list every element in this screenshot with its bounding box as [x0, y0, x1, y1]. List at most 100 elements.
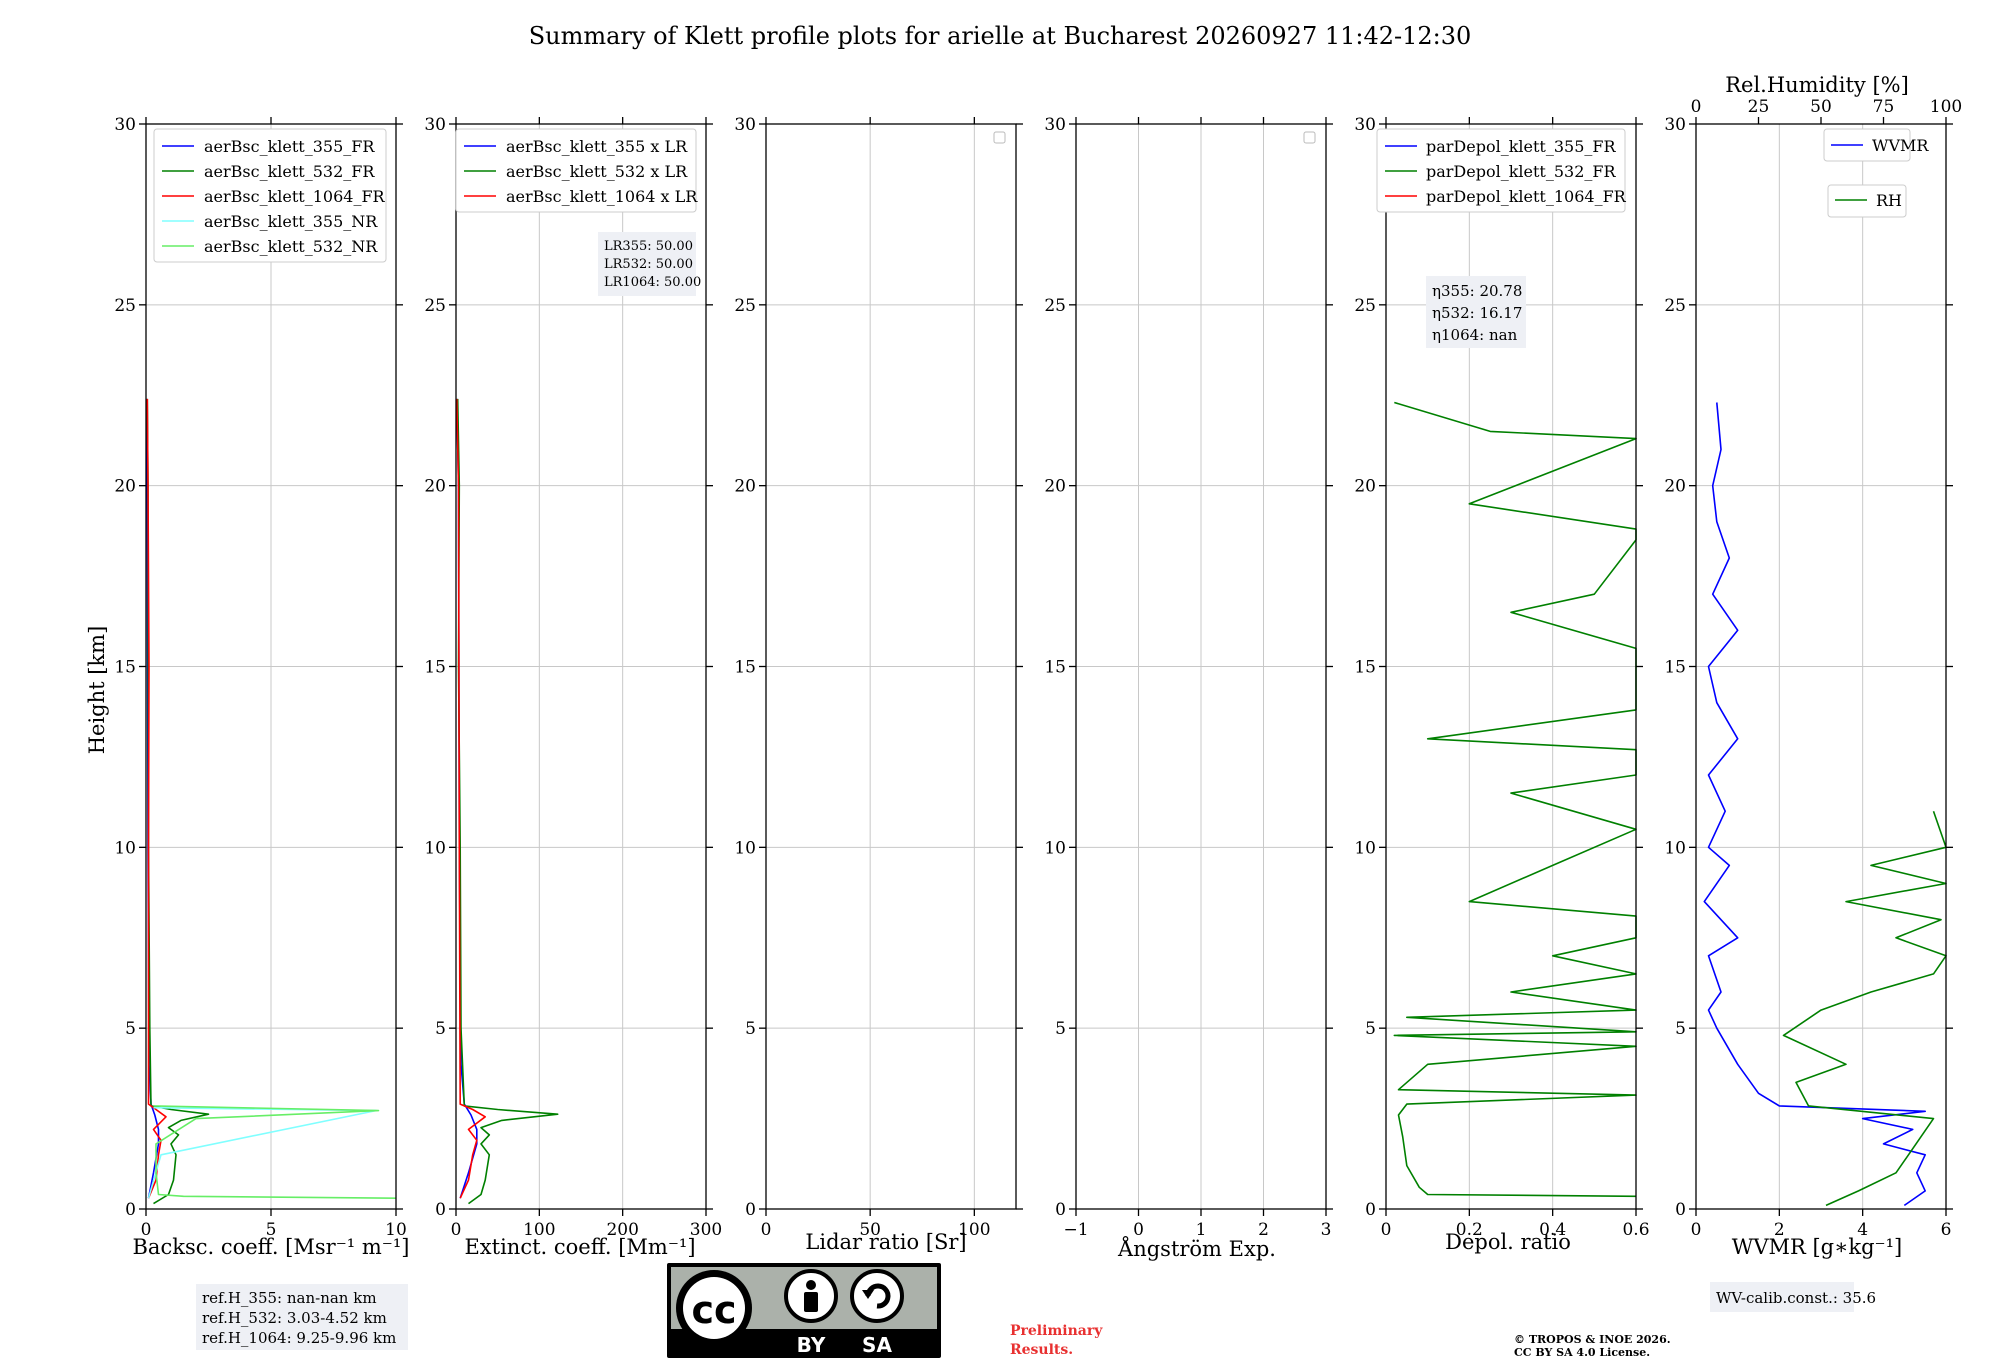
y-tick-label-wv: 30: [1664, 115, 1686, 135]
y-tick-label-bsc: 25: [114, 296, 136, 316]
legend-label-bsc-355-fr: aerBsc_klett_355_FR: [204, 137, 375, 156]
lidar-ratio-355: LR355: 50.00: [604, 239, 693, 254]
y-tick-label-lr: 0: [745, 1200, 756, 1220]
y-tick-label-wv: 0: [1675, 1200, 1686, 1220]
legend-label-wvmr: WVMR: [1872, 136, 1929, 155]
eta-355: η355: 20.78: [1432, 282, 1522, 300]
y-tick-label-ext: 10: [424, 838, 446, 858]
y-tick-label-depol: 0: [1365, 1200, 1376, 1220]
top-tick-label-wv: 50: [1810, 97, 1832, 117]
lidar-ratio-532: LR532: 50.00: [604, 257, 693, 272]
y-tick-label-wv: 20: [1664, 477, 1686, 497]
legend-backscatter: aerBsc_klett_355_FR aerBsc_klett_532_FR …: [153, 128, 387, 263]
y-tick-label-wv: 25: [1664, 296, 1686, 316]
y-tick-label-depol: 15: [1354, 658, 1376, 678]
x-tick-label-ang: −1: [1063, 1220, 1088, 1240]
sa-share-icon: [850, 1269, 904, 1323]
y-tick-label-ext: 15: [424, 658, 446, 678]
y-tick-label-bsc: 10: [114, 838, 136, 858]
y-tick-label-bsc: 30: [114, 115, 136, 135]
y-tick-label-ext: 25: [424, 296, 446, 316]
reference-heights-box: ref.H_355: nan-nan km ref.H_532: 3.03-4.…: [196, 1284, 408, 1350]
x-axis-label-lidar-ratio: Lidar ratio [Sr]: [805, 1230, 966, 1254]
legend-label-depol-355: parDepol_klett_355_FR: [1426, 137, 1617, 156]
x-tick-label-ext: 0: [451, 1220, 462, 1240]
x-tick-label-ang: 3: [1321, 1220, 1332, 1240]
y-tick-label-ang: 15: [1044, 658, 1066, 678]
legend-label-rh: RH: [1876, 191, 1902, 210]
legend-label-depol-532: parDepol_klett_532_FR: [1426, 162, 1617, 181]
y-tick-label-bsc: 5: [125, 1019, 136, 1039]
y-tick-label-lr: 5: [745, 1019, 756, 1039]
y-tick-label-ang: 25: [1044, 296, 1066, 316]
y-tick-label-lr: 25: [734, 296, 756, 316]
y-tick-label-depol: 25: [1354, 296, 1376, 316]
x-axis-label-angstrom: Ångström Exp.: [1117, 1236, 1276, 1261]
top-tick-label-wv: 25: [1748, 97, 1770, 117]
y-tick-label-bsc: 15: [114, 658, 136, 678]
license-sa-label: SA: [862, 1333, 892, 1357]
top-axis-label-rh: Rel.Humidity [%]: [1725, 73, 1909, 97]
x-axis-label-extinction: Extinct. coeff. [Mm⁻¹]: [464, 1235, 695, 1259]
x-axis-label-wvmr: WVMR [g∗kg⁻¹]: [1732, 1235, 1903, 1259]
eta-532: η532: 16.17: [1432, 304, 1522, 322]
y-tick-label-depol: 30: [1354, 115, 1376, 135]
x-tick-label-depol: 0.6: [1622, 1220, 1649, 1240]
x-tick-label-lr: 0: [761, 1220, 772, 1240]
preliminary-line-2: Results.: [1010, 1342, 1073, 1358]
y-tick-label-ext: 20: [424, 477, 446, 497]
wv-calibration-box: WV-calib.const.: 35.6: [1710, 1282, 1876, 1312]
legend-label-ext-532: aerBsc_klett_532 x LR: [506, 162, 688, 181]
y-tick-label-ext: 5: [435, 1019, 446, 1039]
y-tick-label-ang: 20: [1044, 477, 1066, 497]
y-tick-label-bsc: 0: [125, 1200, 136, 1220]
x-axis-label-backscatter: Backsc. coeff. [Msr⁻¹ m⁻¹]: [133, 1235, 410, 1259]
y-tick-label-ang: 0: [1055, 1200, 1066, 1220]
lidar-ratio-1064: LR1064: 50.00: [604, 275, 701, 290]
empty-legend-angstrom: [1303, 131, 1316, 144]
y-tick-label-ext: 0: [435, 1200, 446, 1220]
copyright-line-2: CC BY SA 4.0 License.: [1514, 1346, 1650, 1359]
copyright-line-1: © TROPOS & INOE 2026.: [1514, 1333, 1671, 1346]
legend-label-bsc-532-fr: aerBsc_klett_532_FR: [204, 162, 375, 181]
y-tick-label-depol: 10: [1354, 838, 1376, 858]
legend-label-bsc-532-nr: aerBsc_klett_532_NR: [204, 237, 378, 256]
top-tick-label-wv: 75: [1873, 97, 1895, 117]
legend-label-ext-1064: aerBsc_klett_1064 x LR: [506, 187, 698, 206]
legend-label-depol-1064: parDepol_klett_1064_FR: [1426, 187, 1627, 206]
y-tick-label-ext: 30: [424, 115, 446, 135]
lidar-ratio-box: LR355: 50.00 LR532: 50.00 LR1064: 50.00: [598, 232, 701, 296]
eta-box: η355: 20.78 η532: 16.17 η1064: nan: [1426, 276, 1526, 348]
ref-height-355: ref.H_355: nan-nan km: [202, 1289, 377, 1307]
top-tick-label-wv: 100: [1930, 97, 1962, 117]
legend-label-bsc-355-nr: aerBsc_klett_355_NR: [204, 212, 378, 231]
preliminary-line-1: Preliminary: [1010, 1323, 1103, 1339]
wv-calibration-text: WV-calib.const.: 35.6: [1716, 1289, 1876, 1307]
height-axis-label: Height [km]: [85, 626, 109, 755]
y-tick-label-ang: 10: [1044, 838, 1066, 858]
y-tick-label-lr: 30: [734, 115, 756, 135]
license-badge: cc BY SA: [667, 1263, 941, 1358]
y-tick-label-wv: 10: [1664, 838, 1686, 858]
legend-label-bsc-1064-fr: aerBsc_klett_1064_FR: [204, 187, 386, 206]
ref-height-1064: ref.H_1064: 9.25-9.96 km: [202, 1329, 396, 1347]
figure-title: Summary of Klett profile plots for ariel…: [529, 22, 1472, 50]
x-tick-label-depol: 0: [1381, 1220, 1392, 1240]
license-by-label: BY: [797, 1333, 826, 1357]
y-tick-label-ang: 5: [1055, 1019, 1066, 1039]
y-tick-label-depol: 20: [1354, 477, 1376, 497]
figure: Summary of Klett profile plots for ariel…: [0, 0, 2000, 1360]
empty-legend-lidar-ratio: [993, 131, 1006, 144]
x-tick-label-wv: 0: [1691, 1220, 1702, 1240]
y-tick-label-wv: 5: [1675, 1019, 1686, 1039]
cc-logo-text: cc: [691, 1288, 736, 1332]
y-tick-label-ang: 30: [1044, 115, 1066, 135]
y-tick-label-bsc: 20: [114, 477, 136, 497]
y-tick-label-lr: 20: [734, 477, 756, 497]
legend-label-ext-355: aerBsc_klett_355 x LR: [506, 137, 688, 156]
legend-depolarization: parDepol_klett_355_FR parDepol_klett_532…: [1376, 128, 1627, 213]
x-axis-label-depol: Depol. ratio: [1445, 1230, 1571, 1254]
y-tick-label-lr: 10: [734, 838, 756, 858]
y-tick-label-lr: 15: [734, 658, 756, 678]
legend-rh: RH: [1827, 184, 1907, 218]
